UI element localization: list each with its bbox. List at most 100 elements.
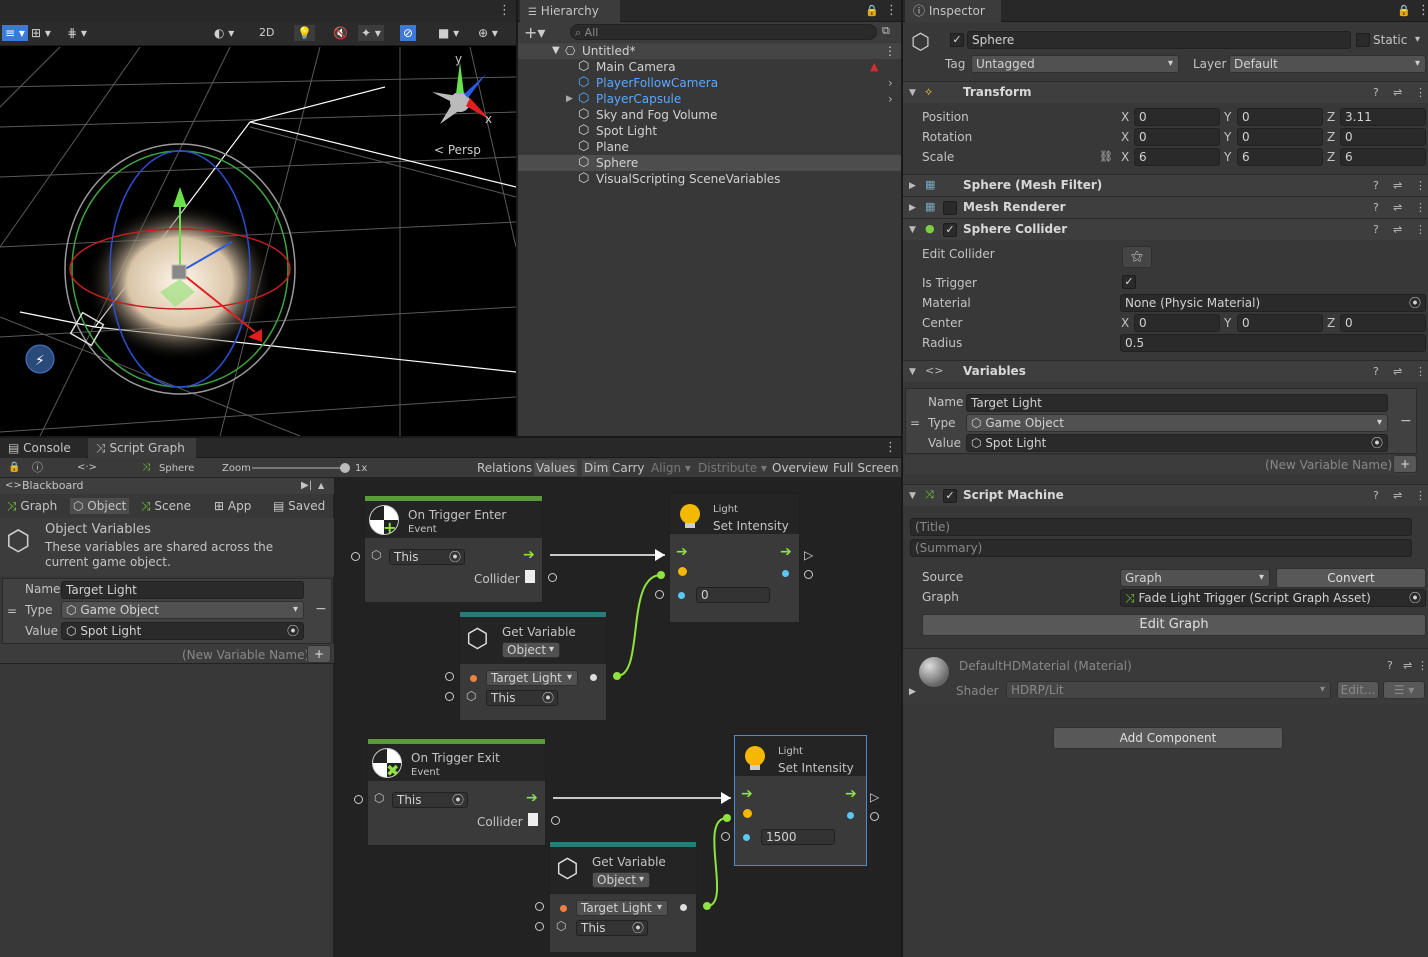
axis-label[interactable]: X xyxy=(1121,129,1129,145)
variable-kind-dropdown[interactable]: Object xyxy=(502,642,560,658)
gizmos-icon[interactable]: ⊕ ▾ xyxy=(475,25,501,41)
hierarchy-item[interactable]: ⬡ VisualScripting SceneVariables xyxy=(518,171,901,187)
flow-output-arrow-icon[interactable]: ➔ xyxy=(523,548,535,562)
component-menu-icon[interactable]: ⋮ xyxy=(1415,365,1426,379)
bb-type-dropdown[interactable]: ⬡ Game Object xyxy=(61,601,304,619)
this-input[interactable]: This ⦿ xyxy=(389,549,465,565)
variable-name-dropdown[interactable]: Target Light xyxy=(486,670,578,686)
tab-hierarchy[interactable]: ☰ Hierarchy xyxy=(520,0,620,22)
collider-output-port[interactable] xyxy=(551,816,560,825)
mesh-filter-header[interactable]: ▶ ▦ Sphere (Mesh Filter) ? ⇌ ⋮ xyxy=(903,174,1428,196)
hierarchy-item[interactable]: ▶ › ⬡ PlayerCapsule xyxy=(518,91,901,107)
zoom-slider[interactable] xyxy=(252,463,350,473)
var-type-dropdown[interactable]: ⬡ Game Object xyxy=(966,414,1388,432)
add-component-button[interactable]: Add Component xyxy=(1053,727,1283,749)
grid-snap-icon[interactable]: ⊞ ▾ xyxy=(28,25,54,41)
expand-arrow-icon[interactable]: ▶ xyxy=(566,91,573,107)
preset-icon[interactable]: ⇌ xyxy=(1393,201,1402,215)
graph-asset-field[interactable]: ⤨ Fade Light Trigger (Script Graph Asset… xyxy=(1120,589,1426,607)
mesh-renderer-header[interactable]: ▶ ▦ Mesh Renderer ? ⇌ ⋮ xyxy=(903,196,1428,218)
info-icon[interactable]: ⓘ xyxy=(32,460,43,476)
help-icon[interactable]: ? xyxy=(1373,179,1379,193)
hierarchy-search-input[interactable]: ⌕ All xyxy=(570,24,877,40)
bb-new-variable-input[interactable]: (New Variable Name) xyxy=(182,647,309,663)
collider-enabled-checkbox[interactable]: ✓ xyxy=(943,223,957,237)
help-icon[interactable]: ? xyxy=(1387,659,1393,673)
flow-input-arrow-icon[interactable]: ➔ xyxy=(676,545,688,559)
axis-label[interactable]: Y xyxy=(1224,149,1231,165)
object-picker-icon[interactable]: ⦿ xyxy=(287,623,299,639)
vector-component-field[interactable]: 3.11 xyxy=(1340,108,1426,126)
value-output-port[interactable] xyxy=(804,570,813,579)
flow-input-arrow-icon[interactable]: ➔ xyxy=(741,787,753,801)
this-input[interactable]: This ⦿ xyxy=(392,792,468,808)
dim-button[interactable]: Dim xyxy=(582,460,611,476)
preset-icon[interactable]: ⇌ xyxy=(1393,365,1402,379)
object-picker-icon[interactable]: ⦿ xyxy=(1409,590,1421,606)
axis-label[interactable]: Z xyxy=(1327,129,1335,145)
static-checkbox[interactable] xyxy=(1356,33,1370,47)
var-value-field[interactable]: ⬡ Spot Light ⦿ xyxy=(966,434,1388,452)
this-input[interactable]: This ⦿ xyxy=(486,690,558,706)
title-field[interactable]: (Title) xyxy=(910,518,1412,536)
full-screen-button[interactable]: Full Screen xyxy=(833,460,899,476)
graph-canvas[interactable]: + On Trigger Enter Event ⬡ This ⦿ ➔ Coll… xyxy=(335,478,901,957)
edit-shader-button[interactable]: Edit... xyxy=(1337,681,1379,699)
hierarchy-item[interactable]: ⬡ Sky and Fog Volume xyxy=(518,107,901,123)
shader-dropdown[interactable]: HDRP/Lit xyxy=(1006,681,1331,699)
bb-value-field[interactable]: ⬡ Spot Light ⦿ xyxy=(61,622,304,640)
inspector-menu-icon[interactable]: ⋮ xyxy=(1417,0,1428,22)
object-picker-icon[interactable]: ⦿ xyxy=(1371,435,1383,451)
tab-script-graph[interactable]: ⤨ Script Graph xyxy=(88,438,196,458)
hierarchy-item[interactable]: ⬡ Spot Light xyxy=(518,123,901,139)
mesh-renderer-enabled-checkbox[interactable] xyxy=(943,201,957,215)
tool-move-icon[interactable]: ≡ ▾ xyxy=(2,25,28,41)
bb-name-field[interactable]: Target Light xyxy=(61,581,304,599)
hierarchy-item[interactable]: ⬡ Plane xyxy=(518,139,901,155)
chevron-right-icon[interactable]: › xyxy=(888,91,893,107)
vector-component-field[interactable]: 0 xyxy=(1237,314,1323,332)
this-input[interactable]: This ⦿ xyxy=(576,920,648,936)
overview-button[interactable]: Overview xyxy=(772,460,829,476)
foldout-arrow-icon[interactable]: ▼ xyxy=(909,86,916,100)
input-port[interactable] xyxy=(351,552,360,561)
output-dot-icon[interactable] xyxy=(680,904,687,911)
expand-arrow-icon[interactable]: ▼ xyxy=(552,43,560,59)
axis-label[interactable]: X xyxy=(1121,315,1129,331)
collapse-panel-icon[interactable]: ▶| xyxy=(301,478,312,494)
axis-label[interactable]: Z xyxy=(1327,149,1335,165)
convert-button[interactable]: Convert xyxy=(1276,568,1426,588)
vector-component-field[interactable]: 0 xyxy=(1237,108,1323,126)
output-dot-icon[interactable] xyxy=(590,674,597,681)
variables-header[interactable]: ▼ <> Variables ? ⇌ ⋮ xyxy=(903,360,1428,382)
tag-dropdown[interactable]: Untagged xyxy=(971,55,1179,73)
hierarchy-menu-icon[interactable]: ⋮ xyxy=(885,0,898,22)
output-dot-icon[interactable] xyxy=(782,570,789,577)
audio-toggle-icon[interactable]: 🔇 xyxy=(330,25,351,41)
align-dropdown[interactable]: Align ▾ xyxy=(651,460,691,476)
component-menu-icon[interactable]: ⋮ xyxy=(1415,489,1426,503)
script-machine-header[interactable]: ▼ ⤨ ✓ Script Machine ? ⇌ ⋮ xyxy=(903,484,1428,506)
tab-object[interactable]: ⬡ Object xyxy=(70,498,130,514)
variable-name-dropdown[interactable]: Target Light xyxy=(576,900,668,916)
axis-label[interactable]: Y xyxy=(1224,315,1231,331)
sphere-collider-header[interactable]: ▼ ● ✓ Sphere Collider ? ⇌ ⋮ xyxy=(903,218,1428,240)
foldout-arrow-icon[interactable]: ▶ xyxy=(909,179,916,193)
variables-toggle-icon[interactable]: <·> xyxy=(77,460,97,476)
constrain-proportions-icon[interactable]: ⛓ xyxy=(1099,149,1113,165)
tab-console[interactable]: ▤ Console xyxy=(0,438,86,458)
lock-icon[interactable]: 🔒 xyxy=(8,460,20,476)
input-port[interactable] xyxy=(445,692,454,701)
help-icon[interactable]: ? xyxy=(1373,365,1379,379)
persp-label[interactable]: < Persp xyxy=(434,143,481,157)
flow-output-port[interactable]: ▷ xyxy=(804,548,813,562)
lock-icon[interactable]: 🔒 xyxy=(1397,0,1411,22)
input-port[interactable] xyxy=(445,672,454,681)
var-name-field[interactable]: Target Light xyxy=(966,394,1388,412)
foldout-arrow-icon[interactable]: ▶ xyxy=(909,201,916,215)
hierarchy-item[interactable]: › ⬡ PlayerFollowCamera xyxy=(518,75,901,91)
vector-component-field[interactable]: 6 xyxy=(1237,148,1323,166)
component-menu-icon[interactable]: ⋮ xyxy=(1417,659,1428,673)
camera-settings-icon[interactable]: ■ ▾ xyxy=(435,25,462,41)
flow-output-arrow-icon[interactable]: ➔ xyxy=(780,545,792,559)
